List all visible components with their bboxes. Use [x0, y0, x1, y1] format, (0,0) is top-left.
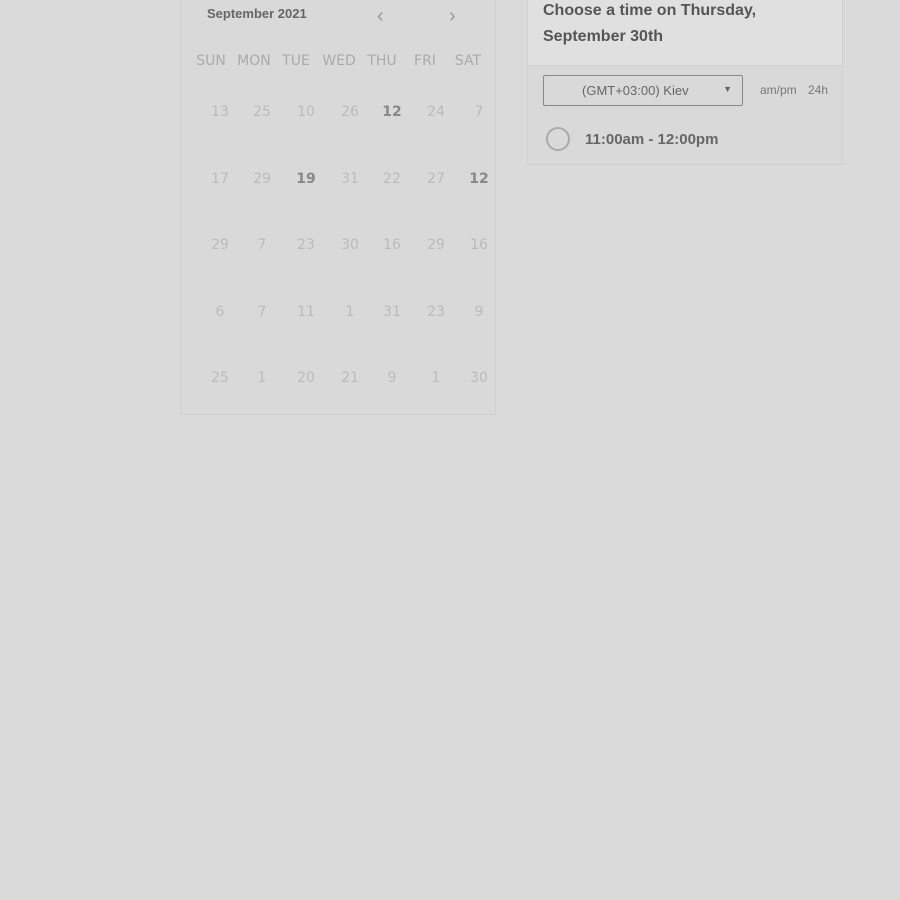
calendar-day[interactable]: 30: [330, 237, 370, 253]
timezone-select[interactable]: (GMT+03:00) Kiev ▼: [543, 75, 743, 106]
calendar-day[interactable]: 29: [416, 237, 456, 253]
calendar-day[interactable]: 20: [286, 370, 326, 386]
calendar-day[interactable]: 31: [330, 171, 370, 187]
calendar-day[interactable]: 31: [372, 304, 412, 320]
calendar-day[interactable]: 1: [242, 370, 282, 386]
calendar-day[interactable]: 16: [372, 237, 412, 253]
calendar-day[interactable]: 21: [330, 370, 370, 386]
time-panel-title: Choose a time on Thursday, September 30t…: [528, 0, 842, 66]
time-panel: Choose a time on Thursday, September 30t…: [527, 0, 843, 165]
calendar-day[interactable]: 9: [372, 370, 412, 386]
time-slot[interactable]: 11:00am - 12:00pm: [546, 127, 718, 151]
calendar-day[interactable]: 30: [459, 370, 499, 386]
weekday-header: SAT: [454, 53, 482, 69]
calendar-day[interactable]: 7: [242, 304, 282, 320]
calendar-day[interactable]: 12: [459, 171, 499, 187]
calendar-panel: September 2021 ‹ › SUN MON TUE WED THU FRI SAT…: [180, 0, 496, 415]
timezone-value: (GMT+03:00) Kiev: [582, 83, 689, 98]
calendar-day[interactable]: 6: [200, 304, 240, 320]
weekday-header: MON: [237, 53, 271, 69]
weekday-header: FRI: [414, 53, 436, 69]
calendar-day[interactable]: 16: [459, 237, 499, 253]
month-label: September 2021: [207, 6, 307, 21]
weekday-header: WED: [322, 53, 356, 69]
calendar-day[interactable]: 12: [372, 104, 412, 120]
calendar-day[interactable]: 1: [330, 304, 370, 320]
calendar-day[interactable]: 9: [459, 304, 499, 320]
calendar-day[interactable]: 11: [286, 304, 326, 320]
caret-down-icon: ▼: [723, 84, 732, 94]
calendar-day[interactable]: 7: [459, 104, 499, 120]
calendar-day[interactable]: 10: [286, 104, 326, 120]
calendar-day[interactable]: 22: [372, 171, 412, 187]
radio-button[interactable]: [546, 127, 570, 151]
calendar-day[interactable]: 25: [200, 370, 240, 386]
calendar-day[interactable]: 17: [200, 171, 240, 187]
calendar-day[interactable]: 1: [416, 370, 456, 386]
chevron-right-icon[interactable]: ›: [449, 6, 456, 26]
calendar-day[interactable]: 27: [416, 171, 456, 187]
calendar-day[interactable]: 25: [242, 104, 282, 120]
calendar-day[interactable]: 19: [286, 171, 326, 187]
weekday-header: TUE: [282, 53, 310, 69]
calendar-day[interactable]: 24: [416, 104, 456, 120]
calendar-day[interactable]: 13: [200, 104, 240, 120]
calendar-day[interactable]: 7: [242, 237, 282, 253]
calendar-day[interactable]: 29: [242, 171, 282, 187]
weekday-header: THU: [367, 53, 397, 69]
weekday-header: SUN: [196, 53, 226, 69]
calendar-day[interactable]: 29: [200, 237, 240, 253]
time-slot-label: 11:00am - 12:00pm: [585, 130, 719, 148]
format-24h-toggle[interactable]: 24h: [808, 83, 828, 97]
calendar-day[interactable]: 26: [330, 104, 370, 120]
chevron-left-icon[interactable]: ‹: [377, 6, 384, 26]
format-ampm-toggle[interactable]: am/pm: [760, 83, 797, 97]
calendar-day[interactable]: 23: [416, 304, 456, 320]
calendar-day[interactable]: 23: [286, 237, 326, 253]
